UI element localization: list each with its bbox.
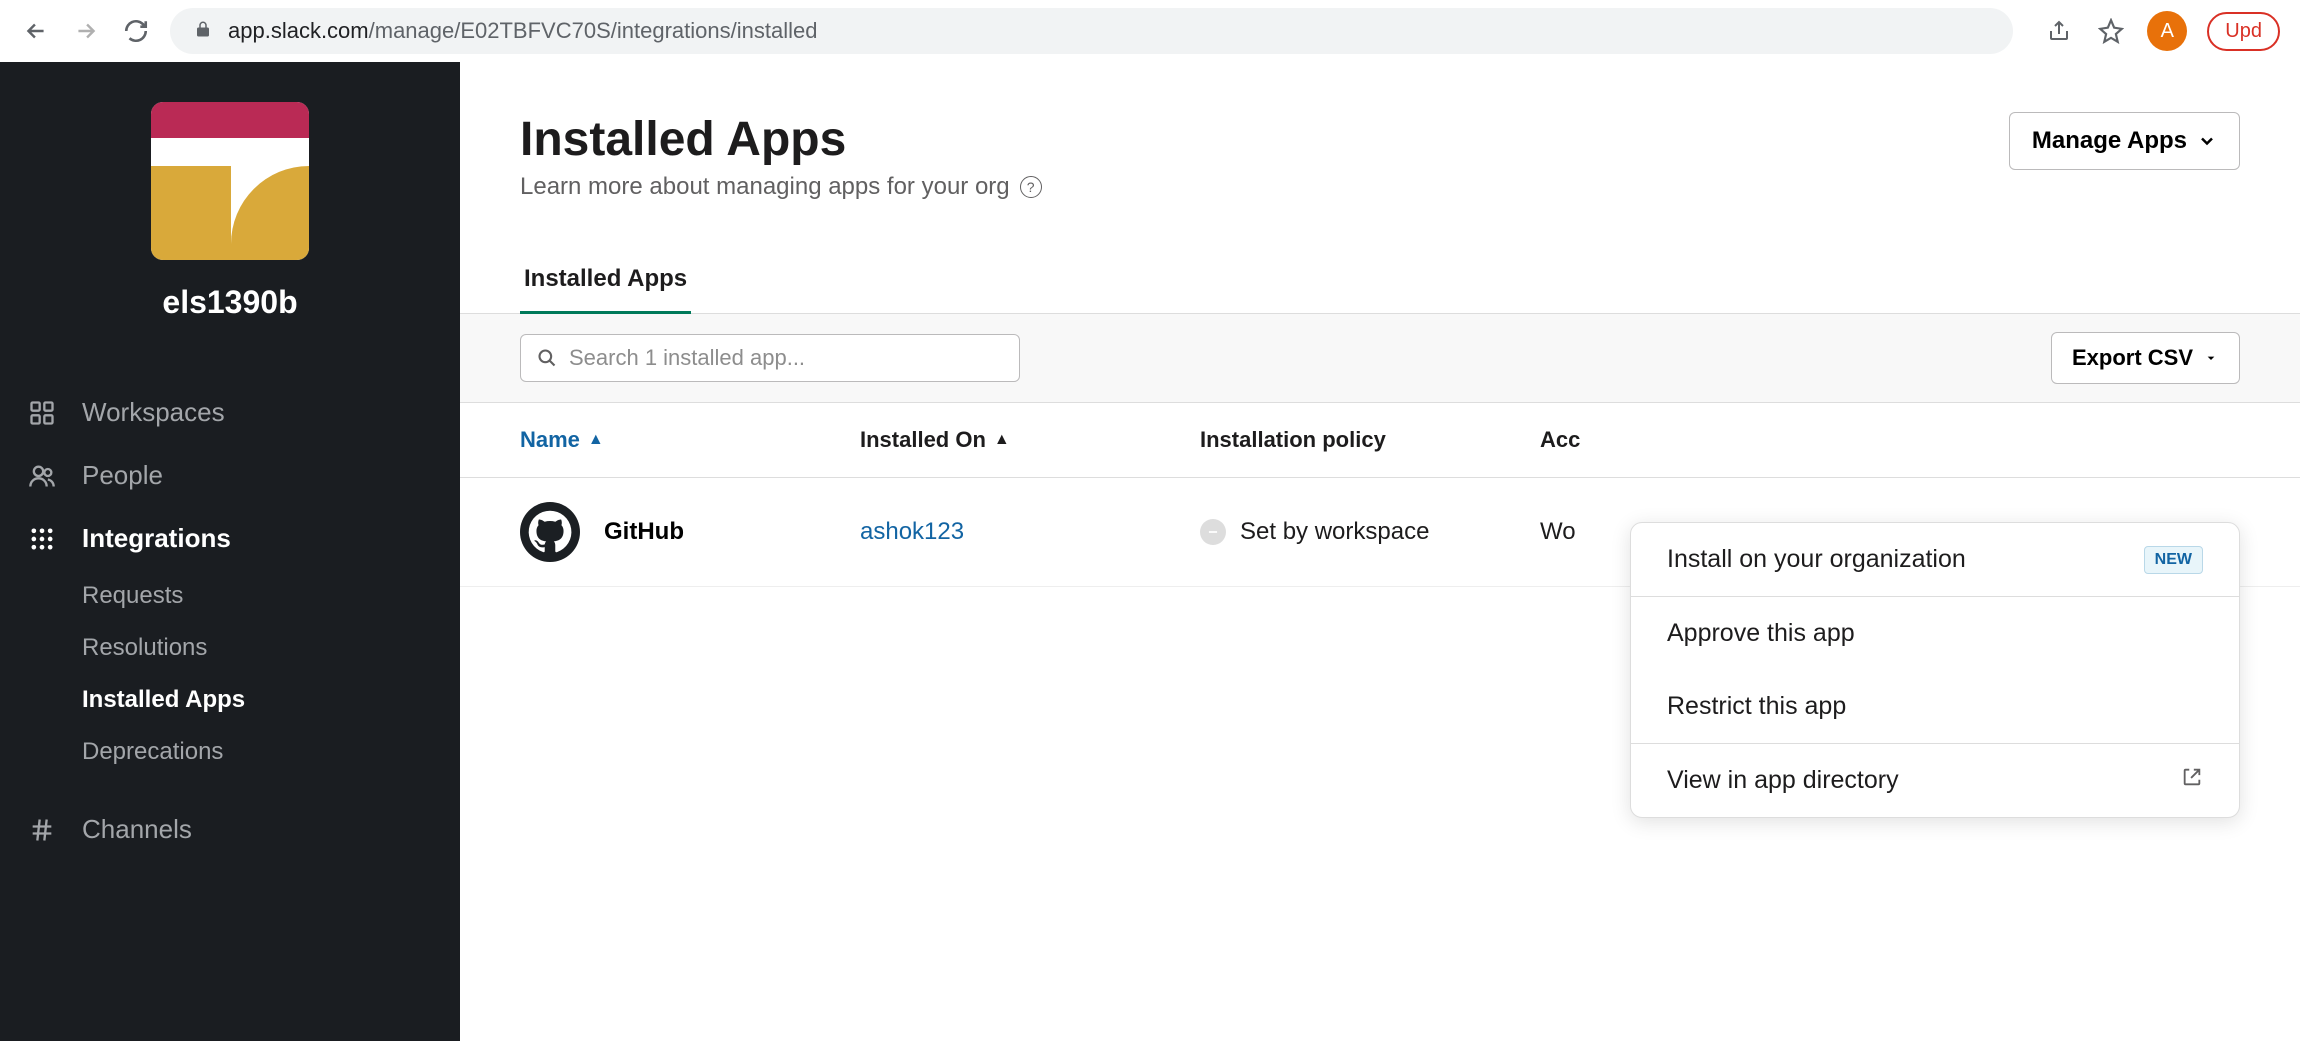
menu-install-on-org[interactable]: Install on your organization NEW xyxy=(1631,523,2239,596)
new-badge: NEW xyxy=(2144,546,2203,574)
external-link-icon xyxy=(2181,766,2203,795)
sidebar-sub-resolutions[interactable]: Resolutions xyxy=(0,622,460,674)
column-name[interactable]: Name ▲ xyxy=(520,427,860,453)
sidebar-item-label: People xyxy=(82,460,163,491)
app-name-text: GitHub xyxy=(604,518,684,546)
bookmark-star-icon[interactable] xyxy=(2095,15,2127,47)
page-subtitle: Learn more about managing apps for your … xyxy=(520,173,1042,201)
people-icon xyxy=(26,462,58,490)
sort-asc-icon: ▲ xyxy=(588,431,604,449)
integrations-icon xyxy=(26,525,58,553)
org-header: els1390b xyxy=(0,102,460,321)
cell-policy: Set by workspace xyxy=(1200,518,1540,546)
row-actions-menu: Install on your organization NEW Approve… xyxy=(1630,522,2240,818)
menu-approve-app[interactable]: Approve this app xyxy=(1631,597,2239,670)
avatar-letter: A xyxy=(2161,20,2174,43)
search-input[interactable] xyxy=(569,345,1003,371)
help-icon[interactable]: ? xyxy=(1020,176,1042,198)
manage-apps-button[interactable]: Manage Apps xyxy=(2009,112,2240,170)
browser-toolbar: app.slack.com/manage/E02TBFVC70S/integra… xyxy=(0,0,2300,62)
sort-asc-icon: ▲ xyxy=(994,431,1010,449)
menu-view-directory[interactable]: View in app directory xyxy=(1631,744,2239,817)
main-content: Installed Apps Learn more about managing… xyxy=(460,62,2300,1041)
table-header: Name ▲ Installed On ▲ Installation polic… xyxy=(460,403,2300,478)
tab-installed-apps[interactable]: Installed Apps xyxy=(520,251,691,314)
tabs: Installed Apps xyxy=(460,251,2300,314)
github-icon xyxy=(520,502,580,562)
update-button[interactable]: Upd xyxy=(2207,12,2280,51)
policy-status-icon xyxy=(1200,519,1226,545)
reload-button[interactable] xyxy=(120,15,152,47)
org-logo xyxy=(151,102,309,260)
sidebar-item-workspaces[interactable]: Workspaces xyxy=(0,381,460,444)
page-title: Installed Apps xyxy=(520,112,1042,167)
caret-down-icon xyxy=(2203,350,2219,366)
menu-restrict-app[interactable]: Restrict this app xyxy=(1631,670,2239,743)
forward-button[interactable] xyxy=(70,15,102,47)
search-icon xyxy=(537,348,557,368)
column-installed-on[interactable]: Installed On ▲ xyxy=(860,427,1200,453)
address-bar[interactable]: app.slack.com/manage/E02TBFVC70S/integra… xyxy=(170,8,2013,54)
back-button[interactable] xyxy=(20,15,52,47)
hash-icon xyxy=(26,816,58,844)
chevron-down-icon xyxy=(2197,131,2217,151)
sidebar-item-people[interactable]: People xyxy=(0,444,460,507)
share-icon[interactable] xyxy=(2043,15,2075,47)
column-policy[interactable]: Installation policy xyxy=(1200,427,1540,453)
profile-avatar[interactable]: A xyxy=(2147,11,2187,51)
column-access[interactable]: Acc xyxy=(1540,427,2240,453)
sidebar-sub-installed-apps[interactable]: Installed Apps xyxy=(0,674,460,726)
cell-app-name[interactable]: GitHub xyxy=(520,502,860,562)
sidebar-sub-requests[interactable]: Requests xyxy=(0,570,460,622)
toolbar: Export CSV xyxy=(460,314,2300,403)
sidebar-item-integrations[interactable]: Integrations xyxy=(0,507,460,570)
org-name: els1390b xyxy=(162,284,297,321)
grid-icon xyxy=(26,399,58,427)
search-box[interactable] xyxy=(520,334,1020,382)
sidebar-sub-deprecations[interactable]: Deprecations xyxy=(0,726,460,778)
url-text: app.slack.com/manage/E02TBFVC70S/integra… xyxy=(228,18,817,44)
lock-icon xyxy=(194,18,212,44)
sidebar-item-label: Channels xyxy=(82,814,192,845)
export-csv-button[interactable]: Export CSV xyxy=(2051,332,2240,384)
sidebar-item-channels[interactable]: Channels xyxy=(0,798,460,861)
sidebar-item-label: Workspaces xyxy=(82,397,225,428)
sidebar: els1390b Workspaces People Integrations … xyxy=(0,62,460,1041)
cell-installed-on[interactable]: ashok123 xyxy=(860,518,1200,546)
sidebar-item-label: Integrations xyxy=(82,523,231,554)
